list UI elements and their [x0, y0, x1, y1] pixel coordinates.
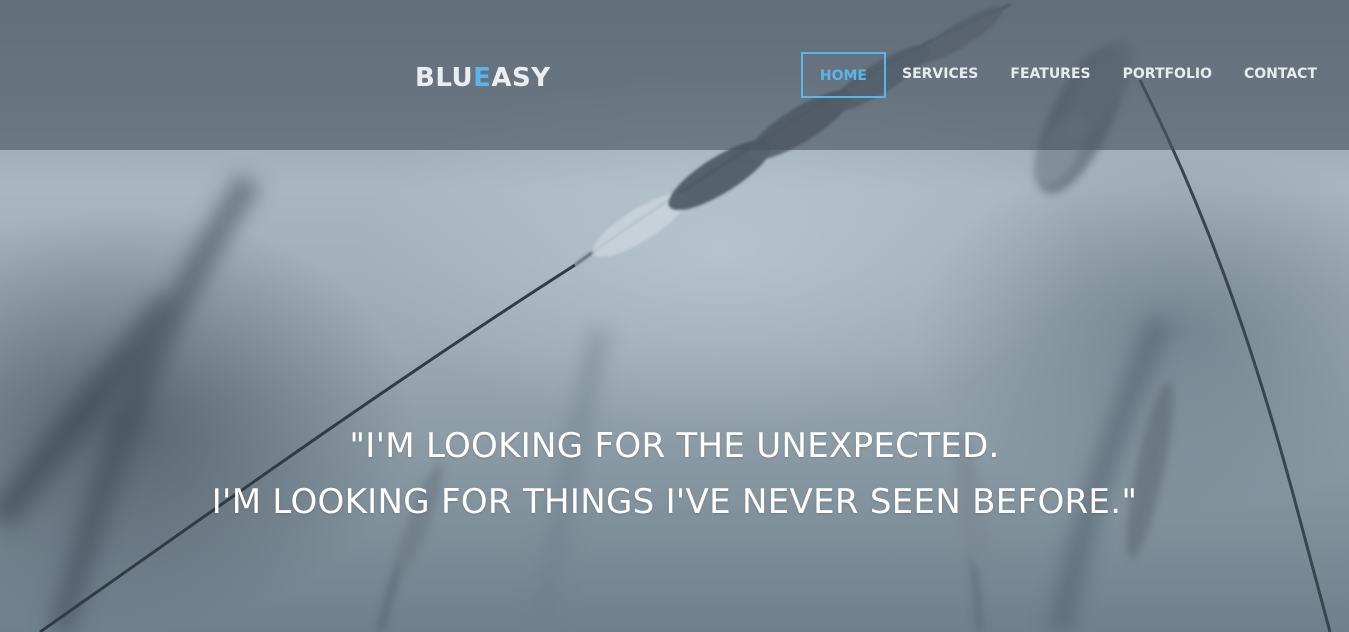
nav-item-contact[interactable]: CONTACT: [1228, 52, 1349, 98]
nav-item-portfolio[interactable]: PORTFOLIO: [1107, 52, 1228, 98]
hero-quote: "I'M LOOKING FOR THE UNEXPECTED. I'M LOO…: [0, 418, 1349, 530]
logo-text-accent: E: [473, 63, 492, 93]
site-logo[interactable]: BLUEASY: [415, 60, 551, 96]
nav-item-home[interactable]: HOME: [800, 52, 886, 98]
main-navigation: HOME SERVICES FEATURES PORTFOLIO CONTACT: [800, 52, 1349, 98]
nav-item-services[interactable]: SERVICES: [886, 52, 994, 98]
logo-text-part1: BLU: [415, 63, 474, 93]
nav-item-features[interactable]: FEATURES: [994, 52, 1106, 98]
hero-quote-line-2: I'M LOOKING FOR THINGS I'VE NEVER SEEN B…: [211, 482, 1138, 522]
site-header: BLUEASY HOME SERVICES FEATURES PORTFOLIO…: [0, 0, 1349, 150]
logo-text-part2: ASY: [491, 63, 551, 93]
hero-quote-line-1: "I'M LOOKING FOR THE UNEXPECTED.: [349, 426, 1000, 466]
hero-section: BLUEASY HOME SERVICES FEATURES PORTFOLIO…: [0, 0, 1349, 632]
